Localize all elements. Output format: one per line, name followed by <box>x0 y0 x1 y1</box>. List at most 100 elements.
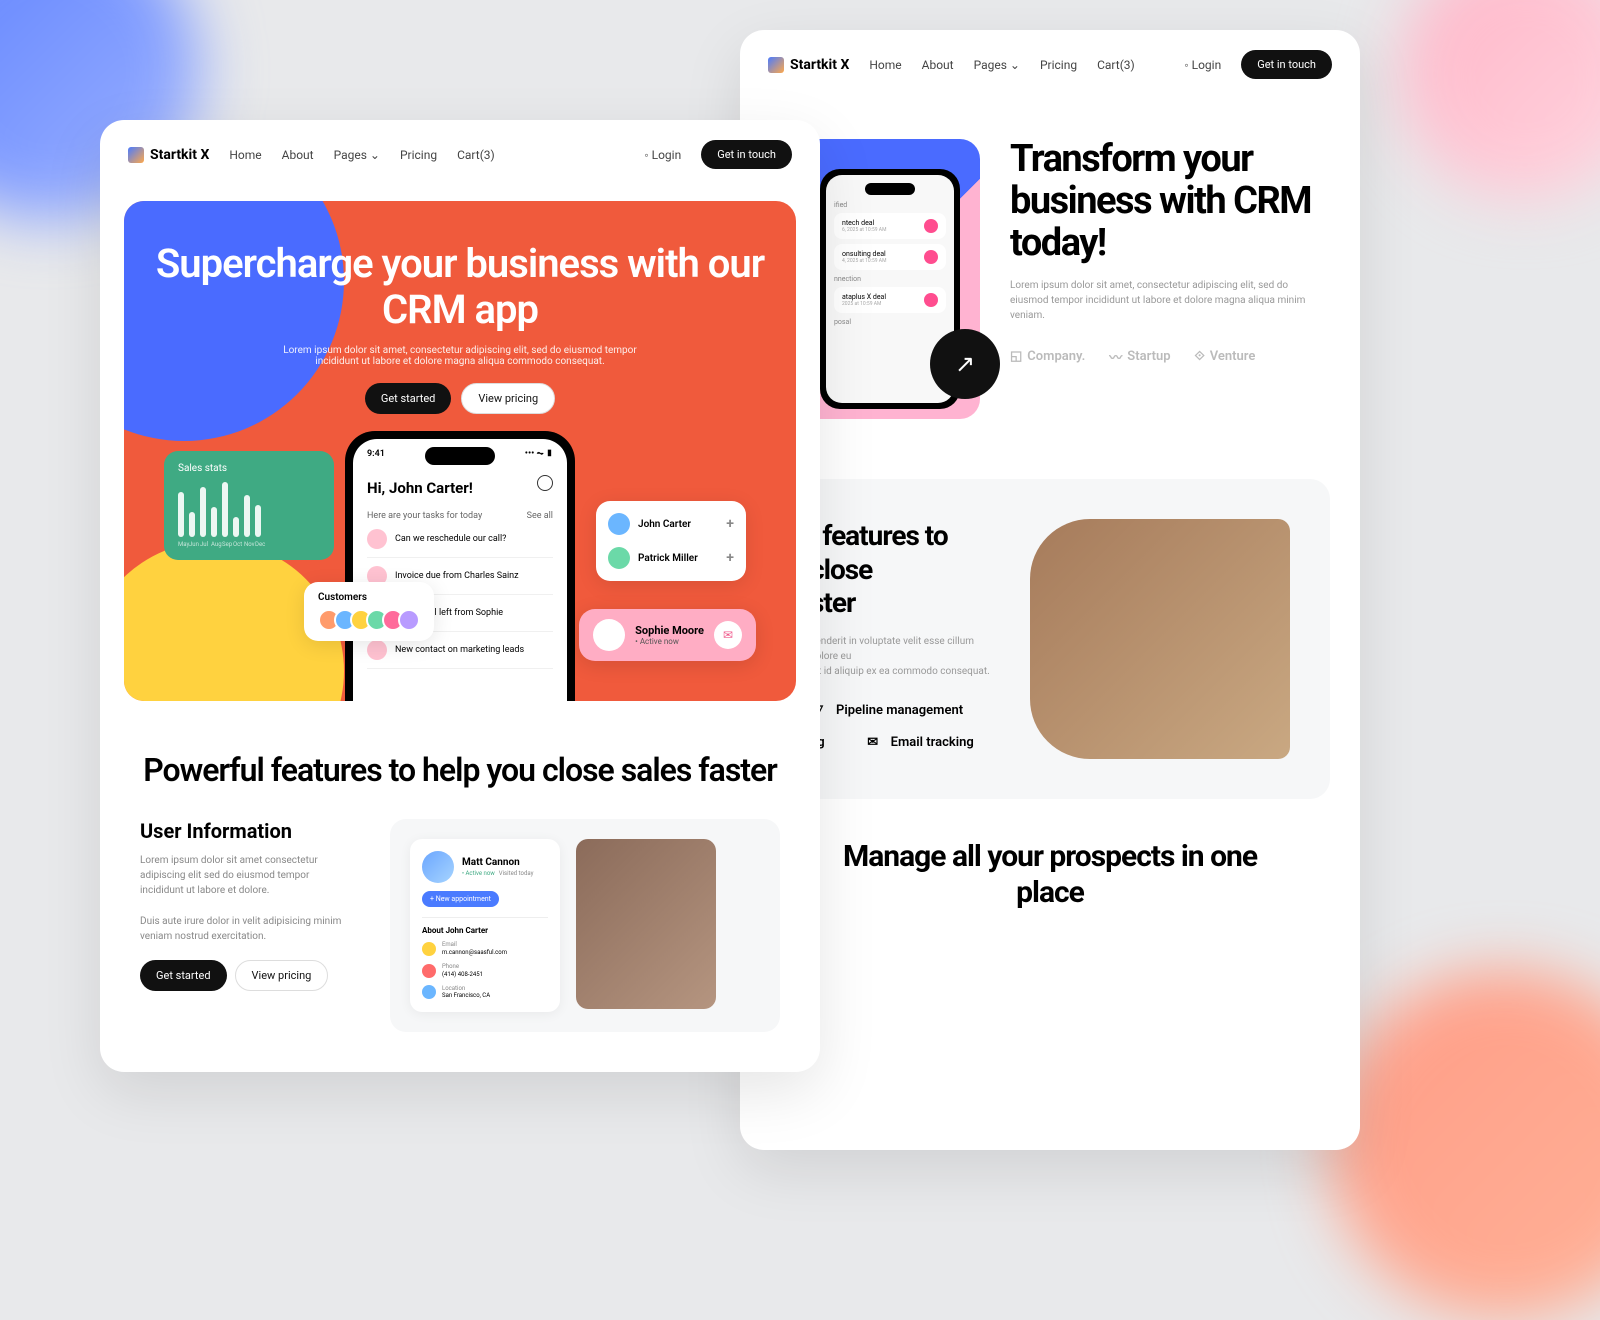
deal-section-label: posal <box>834 318 946 326</box>
logo-icon <box>768 57 784 73</box>
stats-month-label: Oct <box>233 541 239 548</box>
profile-phone: Phone(414) 408-2451 <box>422 963 548 979</box>
deal-section-label: nnection <box>834 275 946 283</box>
avatar <box>608 513 630 535</box>
new-appointment-button[interactable]: + New appointment <box>422 891 499 907</box>
transform-section: ified ntech deal6, 2025 at 10:59 AM onsu… <box>740 99 1360 439</box>
contact-status: • Active now <box>635 637 704 646</box>
profile-email: Emailm.cannon@saasful.com <box>422 941 548 957</box>
top-nav: Startkit X Home About Pages Pricing Cart… <box>740 30 1360 99</box>
avatar <box>398 609 420 631</box>
bg-blob <box>1330 970 1600 1320</box>
deal-section-label: ified <box>834 201 946 209</box>
stats-month-label: May <box>178 541 184 548</box>
bg-blob <box>1400 0 1600 200</box>
arrow-button[interactable]: ↗ <box>930 329 1000 399</box>
user-photo <box>576 839 716 1009</box>
section-title: Powerful features to help you close sale… <box>140 751 780 789</box>
transform-title: Transform your business with CRM today! <box>1010 139 1320 264</box>
brand-name: Startkit X <box>790 57 849 73</box>
partner-logo: ⟐ Venture <box>1195 349 1256 364</box>
plus-icon[interactable]: + <box>726 516 734 532</box>
get-started-button[interactable]: Get started <box>140 960 227 991</box>
stats-month-label: Dec <box>255 541 261 548</box>
transform-body: Lorem ipsum dolor sit amet, consectetur … <box>1010 278 1320 323</box>
profile-location: LocationSan Francisco, CA <box>422 985 548 1001</box>
location-icon <box>422 985 436 999</box>
deal-row: ataplus X deal2025 at 10:59 AM <box>834 287 946 313</box>
phone-status-icons: ••• ⏦ ▮ <box>525 449 553 459</box>
contact-row[interactable]: Patrick Miller+ <box>602 541 740 575</box>
tasks-header: Here are your tasks for today <box>367 511 482 521</box>
contact-row[interactable]: John Carter+ <box>602 507 740 541</box>
hero-primary-button[interactable]: Get started <box>365 383 452 414</box>
nav-cart[interactable]: Cart(3) <box>1097 58 1135 72</box>
bell-icon <box>537 475 553 491</box>
nav-home[interactable]: Home <box>869 58 901 72</box>
stats-bar <box>255 505 261 537</box>
avatar <box>367 529 387 549</box>
phone-mockup: 9:41••• ⏦ ▮ Hi, John Carter! Here are yo… <box>345 431 575 701</box>
cta-button[interactable]: Get in touch <box>1241 50 1332 79</box>
preview-card-right: Startkit X Home About Pages Pricing Cart… <box>740 30 1360 1150</box>
nav-home[interactable]: Home <box>229 148 261 162</box>
stats-bar <box>200 487 206 537</box>
stats-title: Sales stats <box>178 463 320 474</box>
stats-month-label: Aug <box>211 541 217 548</box>
hero-title: Supercharge your business with our CRM a… <box>154 241 766 333</box>
avatar <box>608 547 630 569</box>
avatar <box>593 619 625 651</box>
phone-greeting: Hi, John Carter! <box>367 479 553 497</box>
plus-icon[interactable]: + <box>726 550 734 566</box>
brand-name: Startkit X <box>150 147 209 163</box>
stats-bar <box>233 517 239 537</box>
status-badge: • Active now <box>462 870 495 877</box>
user-info-section: User Information Lorem ipsum dolor sit a… <box>100 819 820 1032</box>
nav-pages[interactable]: Pages <box>334 148 380 162</box>
logo[interactable]: Startkit X <box>768 57 849 73</box>
features-body: henderit in voluptate velit esse cillum … <box>810 634 990 679</box>
stats-bar <box>211 507 217 537</box>
mail-icon[interactable]: ✉ <box>714 621 742 649</box>
sales-stats-widget: Sales stats MayJunJulAugSepOctNovDec <box>164 451 334 560</box>
userinfo-body: Duis aute irure dolor in velit adipisici… <box>140 914 350 944</box>
logo[interactable]: Startkit X <box>128 147 209 163</box>
cta-button[interactable]: Get in touch <box>701 140 792 169</box>
feature-item: ▽Pipeline management <box>810 703 990 719</box>
customers-title: Customers <box>318 592 420 603</box>
deal-row: ntech deal6, 2025 at 10:59 AM <box>834 213 946 239</box>
logo-icon <box>128 147 144 163</box>
stats-bar <box>244 495 250 537</box>
avatar <box>367 640 387 660</box>
sophie-widget[interactable]: Sophie Moore• Active now ✉ <box>579 609 756 661</box>
about-header: About John Carter <box>422 917 548 935</box>
see-all-link[interactable]: See all <box>527 511 553 521</box>
features-title: l features to close ster <box>810 519 990 620</box>
contact-name: Sophie Moore <box>635 624 704 637</box>
login-link[interactable]: ◦ Login <box>1184 58 1221 72</box>
hero-secondary-button[interactable]: View pricing <box>461 383 555 414</box>
hero-subtitle: Lorem ipsum dolor sit amet, consectetur … <box>270 345 650 367</box>
mail-icon: ✉ <box>865 735 881 751</box>
partner-logo: ◱ Company. <box>1010 349 1085 364</box>
login-link[interactable]: ◦ Login <box>644 148 681 162</box>
view-pricing-button[interactable]: View pricing <box>235 960 329 991</box>
nav-about[interactable]: About <box>922 58 954 72</box>
nav-pricing[interactable]: Pricing <box>400 148 437 162</box>
nav-cart[interactable]: Cart(3) <box>457 148 495 162</box>
top-nav: Startkit X Home About Pages Pricing Cart… <box>100 120 820 189</box>
stats-month-label: Jul <box>200 541 206 548</box>
preview-card-left: Startkit X Home About Pages Pricing Cart… <box>100 120 820 1072</box>
partner-logo: 〰 Startup <box>1109 347 1170 366</box>
nav-about[interactable]: About <box>282 148 314 162</box>
hero-section: Supercharge your business with our CRM a… <box>124 201 796 701</box>
contacts-widget: John Carter+ Patrick Miller+ <box>596 501 746 581</box>
stats-month-label: Jun <box>189 541 195 548</box>
manage-title: Manage all your prospects in one place <box>740 839 1360 911</box>
nav-pages[interactable]: Pages <box>974 58 1020 72</box>
nav-pricing[interactable]: Pricing <box>1040 58 1077 72</box>
task-row: Can we reschedule our call? <box>367 521 553 558</box>
userinfo-body: Lorem ipsum dolor sit amet consectetur a… <box>140 853 350 898</box>
team-photo <box>1030 519 1290 759</box>
mail-icon <box>422 942 436 956</box>
